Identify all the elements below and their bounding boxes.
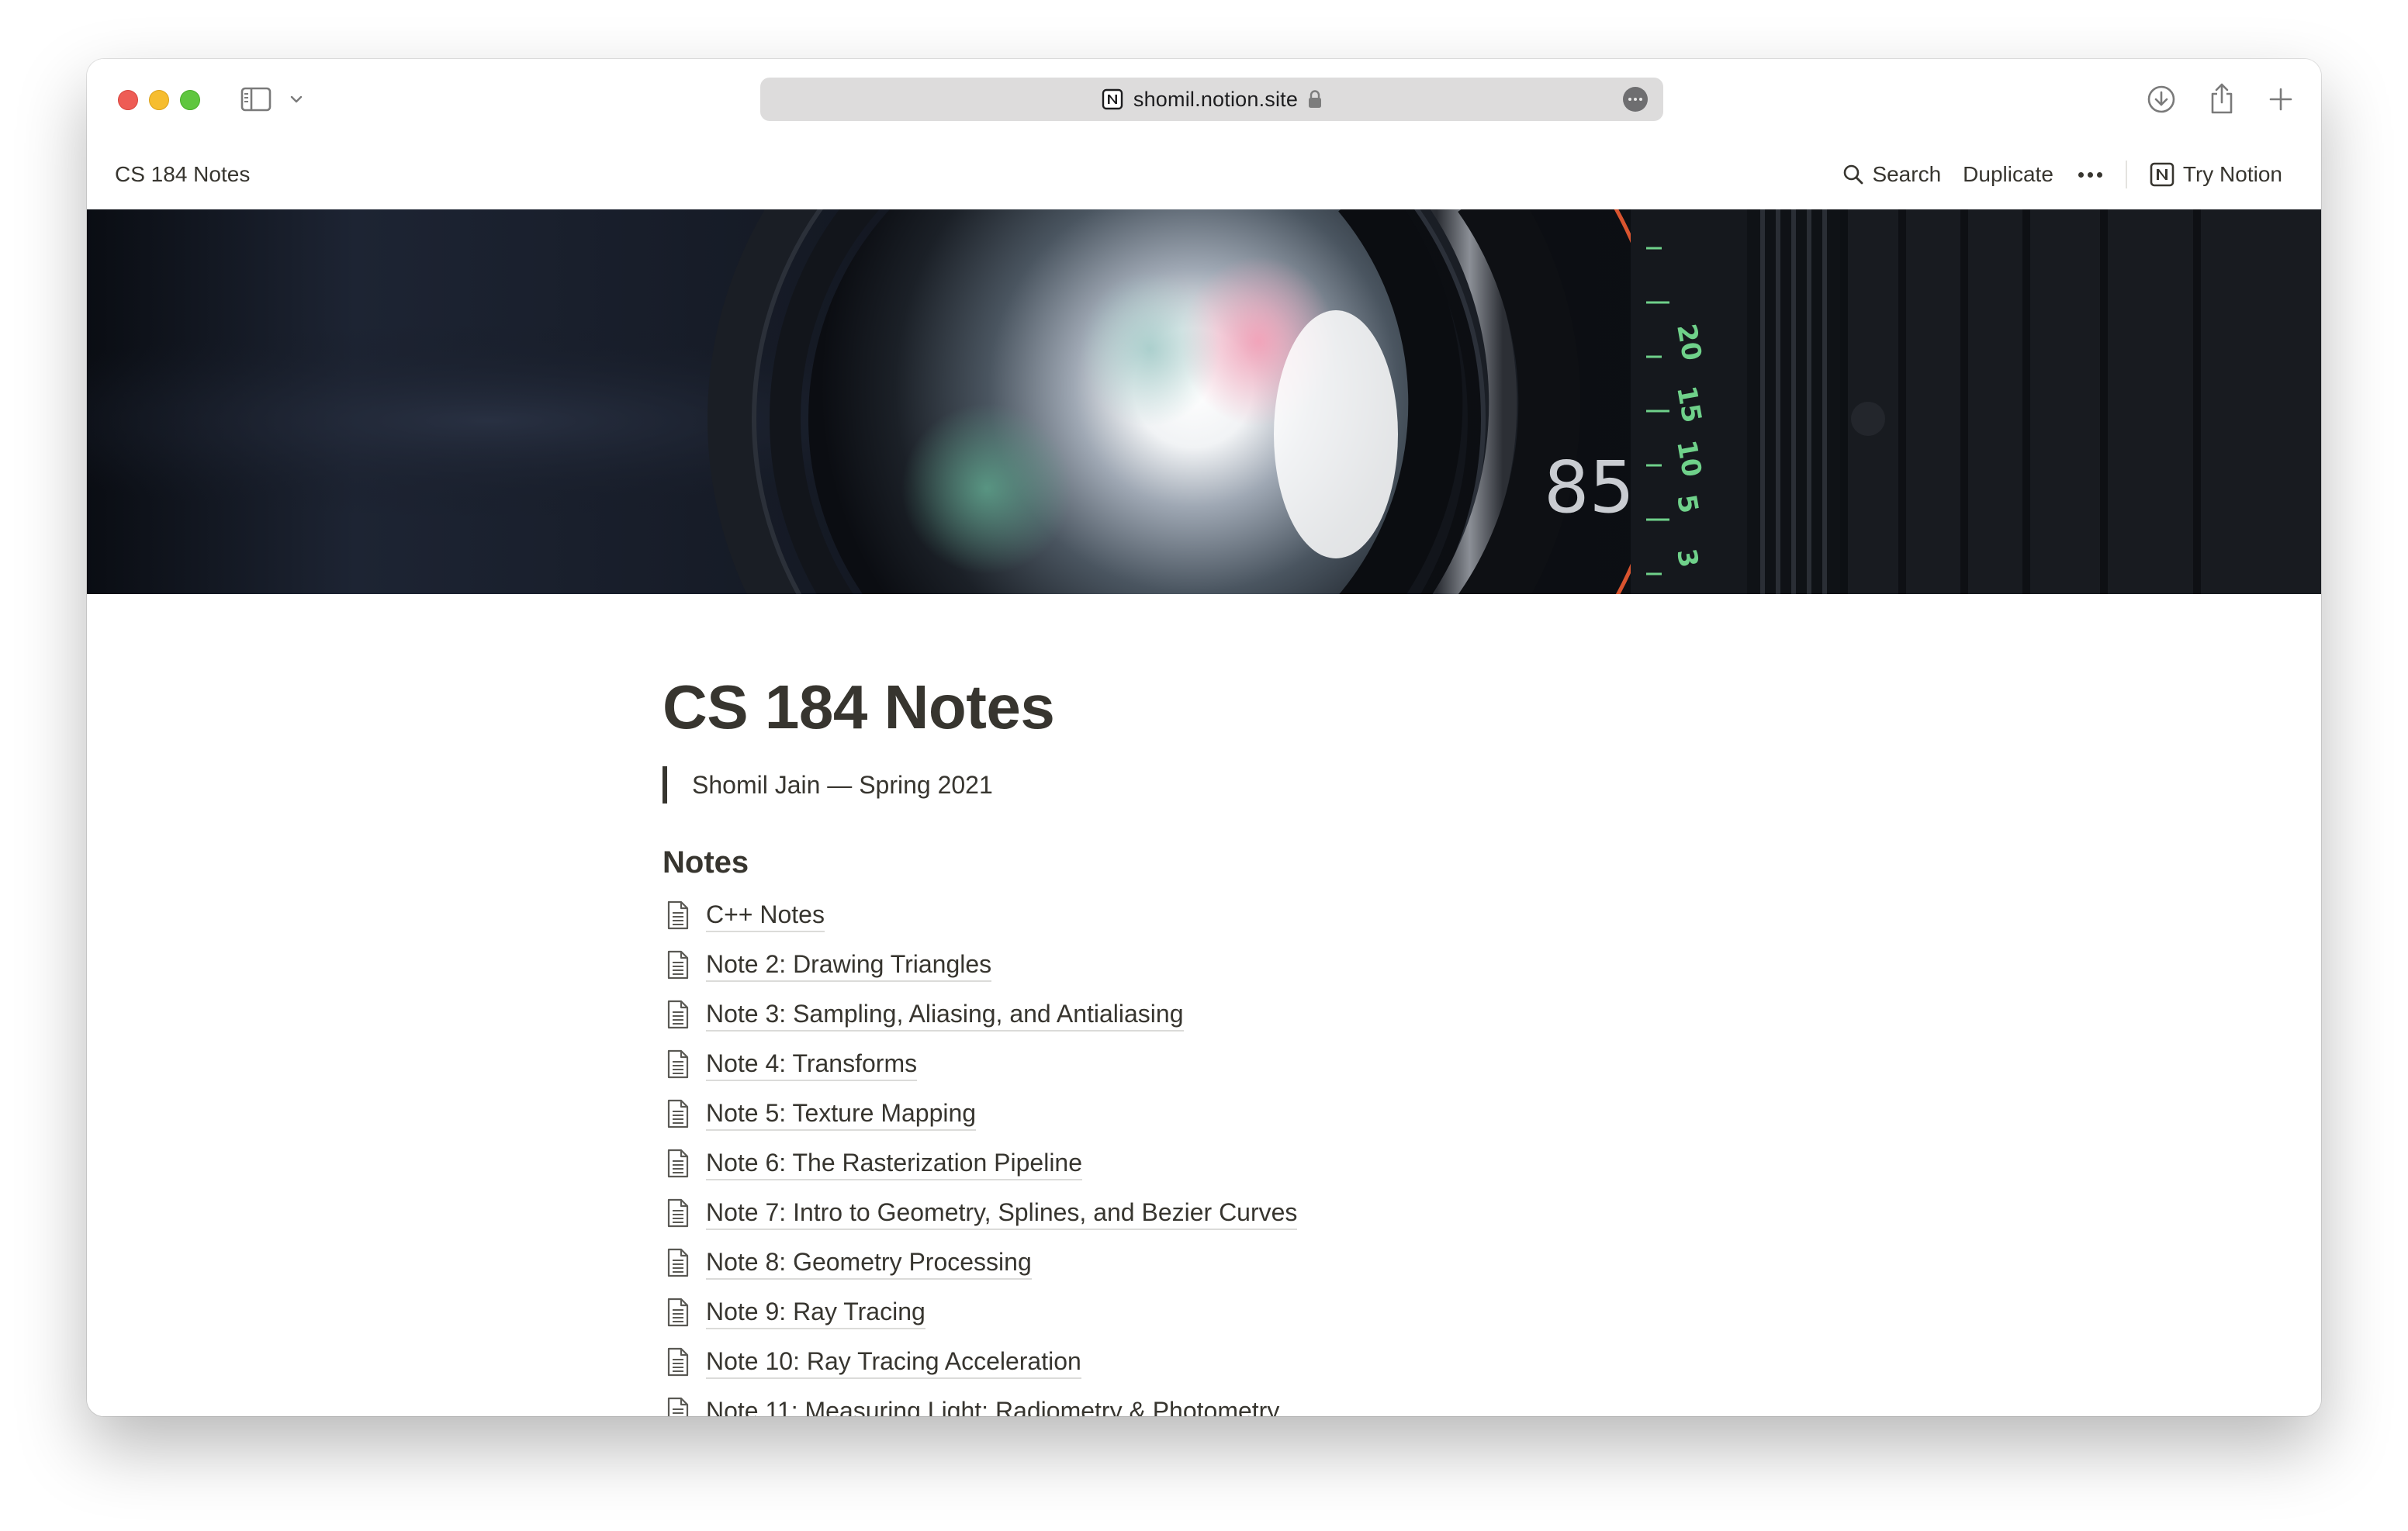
scale-mark: 20	[1670, 322, 1707, 364]
more-icon[interactable]	[1623, 87, 1648, 112]
list-item[interactable]: Note 6: The Rasterization Pipeline	[663, 1139, 1297, 1188]
page-link[interactable]: Note 4: Transforms	[706, 1048, 918, 1081]
section-heading: Notes	[663, 845, 749, 880]
list-item[interactable]: Note 2: Drawing Triangles	[663, 940, 1297, 990]
download-icon[interactable]	[2144, 82, 2178, 116]
browser-window: shomil.notion.site CS 184 Notes Search D…	[87, 59, 2321, 1416]
breadcrumb[interactable]: CS 184 Notes	[115, 140, 250, 209]
quote-block: Shomil Jain — Spring 2021	[663, 766, 993, 804]
page-document-icon	[663, 890, 706, 940]
page-link[interactable]: Note 3: Sampling, Aliasing, and Antialia…	[706, 998, 1184, 1032]
page-document-icon	[663, 1089, 706, 1139]
sidebar-icon[interactable]	[239, 85, 273, 113]
page-document-icon	[663, 1287, 706, 1337]
list-item[interactable]: Note 8: Geometry Processing	[663, 1238, 1297, 1287]
search-icon	[1844, 164, 1863, 185]
page-document-icon	[663, 940, 706, 990]
page-link[interactable]: Note 7: Intro to Geometry, Splines, and …	[706, 1197, 1298, 1230]
try-notion-label: Try Notion	[2182, 162, 2282, 186]
scale-mark: 10	[1670, 438, 1707, 480]
address-bar[interactable]: shomil.notion.site	[760, 78, 1663, 121]
cover-image: 20 15 10 5 3 85	[87, 209, 2321, 594]
page-document-icon	[663, 1039, 706, 1089]
list-item[interactable]: Note 5: Texture Mapping	[663, 1089, 1297, 1139]
page-link[interactable]: Note 5: Texture Mapping	[706, 1097, 977, 1131]
chevron-down-icon[interactable]	[285, 88, 307, 110]
scale-mark: 15	[1670, 384, 1707, 426]
lens-marking: 85	[1544, 446, 1635, 529]
try-notion-button[interactable]: Try Notion	[2138, 154, 2293, 195]
page-link[interactable]: Note 10: Ray Tracing Acceleration	[706, 1346, 1081, 1379]
duplicate-button[interactable]: Duplicate	[1952, 154, 2064, 195]
page-document-icon	[663, 1387, 706, 1416]
list-item[interactable]: C++ Notes	[663, 890, 1297, 940]
notion-topbar: CS 184 Notes Search Duplicate Try Notion	[87, 140, 2321, 209]
notion-logo-icon	[2150, 162, 2174, 187]
page-link[interactable]: C++ Notes	[706, 899, 825, 932]
divider	[2125, 161, 2127, 188]
page-link[interactable]: Note 6: The Rasterization Pipeline	[706, 1147, 1083, 1180]
page-link[interactable]: Note 2: Drawing Triangles	[706, 949, 992, 982]
maximize-icon[interactable]	[180, 90, 200, 110]
page-list: C++ Notes Note 2: Drawing Triangles Note…	[663, 890, 1298, 1416]
page-link[interactable]: Note 8: Geometry Processing	[706, 1246, 1032, 1280]
list-item[interactable]: Note 11: Measuring Light: Radiometry & P…	[663, 1387, 1297, 1416]
share-icon[interactable]	[2205, 81, 2239, 116]
page-document-icon	[663, 990, 706, 1039]
more-horizontal-icon[interactable]	[2064, 154, 2116, 195]
page-title: CS 184 Notes	[663, 672, 1055, 741]
list-item[interactable]: Note 10: Ray Tracing Acceleration	[663, 1337, 1297, 1387]
plus-icon[interactable]	[2264, 82, 2298, 116]
notion-logo-icon	[1102, 88, 1123, 110]
url-text: shomil.notion.site	[1133, 87, 1299, 111]
browser-toolbar: shomil.notion.site	[87, 59, 2321, 140]
page-document-icon	[663, 1188, 706, 1238]
page-document-icon	[663, 1238, 706, 1287]
page-content: CS 184 Notes Shomil Jain — Spring 2021 N…	[87, 594, 2321, 1416]
list-item[interactable]: Note 9: Ray Tracing	[663, 1287, 1297, 1337]
search-button[interactable]: Search	[1832, 154, 1952, 195]
list-item[interactable]: Note 7: Intro to Geometry, Splines, and …	[663, 1188, 1298, 1238]
list-item[interactable]: Note 3: Sampling, Aliasing, and Antialia…	[663, 990, 1297, 1039]
lock-icon	[1309, 90, 1322, 108]
search-label: Search	[1872, 162, 1942, 186]
page-link[interactable]: Note 11: Measuring Light: Radiometry & P…	[706, 1395, 1279, 1417]
minimize-icon[interactable]	[149, 90, 169, 110]
page-link[interactable]: Note 9: Ray Tracing	[706, 1296, 925, 1329]
close-icon[interactable]	[118, 90, 138, 110]
list-item[interactable]: Note 4: Transforms	[663, 1039, 1297, 1089]
page-document-icon	[663, 1337, 706, 1387]
page-document-icon	[663, 1139, 706, 1188]
